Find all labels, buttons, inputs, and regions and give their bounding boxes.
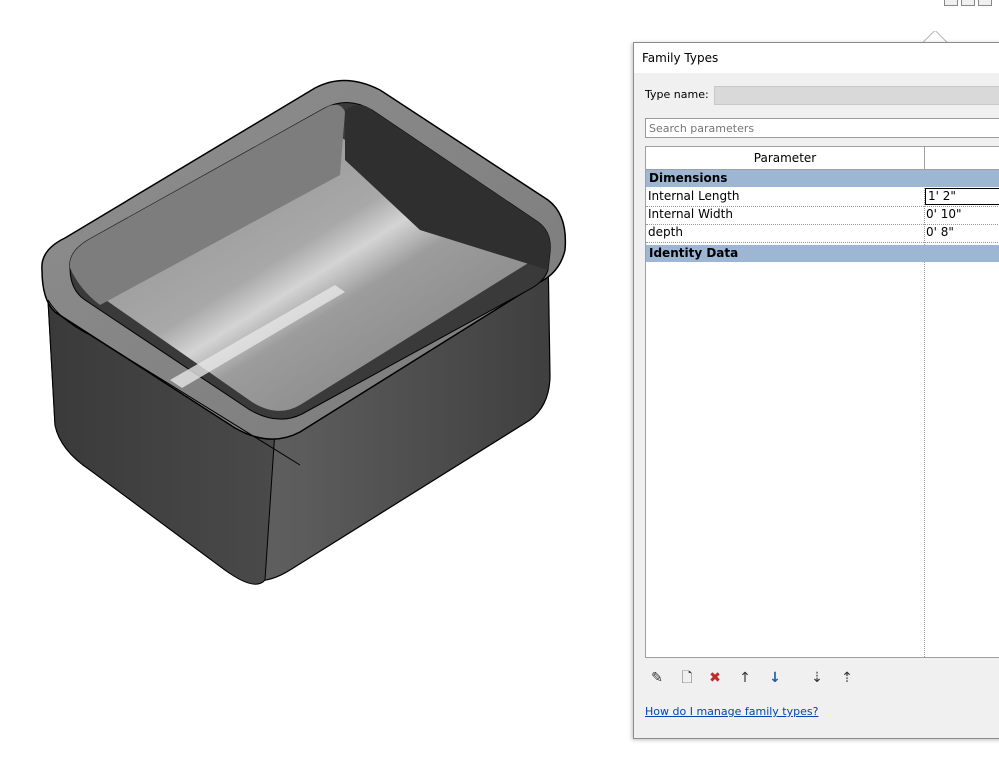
parameter-row[interactable]: Internal Width 0' 10" bbox=[646, 206, 999, 225]
parameter-value[interactable]: 0' 10" bbox=[926, 207, 962, 221]
sort-descending-icon[interactable]: ⇡ bbox=[836, 667, 858, 689]
parameter-value-input[interactable]: 1' 2" bbox=[925, 188, 999, 205]
column-header-parameter[interactable]: Parameter bbox=[646, 147, 925, 169]
pencil-icon[interactable]: ✎ bbox=[646, 667, 668, 689]
close-icon[interactable] bbox=[978, 0, 992, 6]
dialog-title: Family Types bbox=[642, 51, 719, 65]
move-up-icon[interactable]: ↑ bbox=[734, 667, 756, 689]
parameter-row[interactable]: depth 0' 8" bbox=[646, 224, 999, 243]
restore-icon[interactable] bbox=[961, 0, 975, 6]
parameter-name: Internal Width bbox=[648, 207, 733, 221]
family-types-dialog: Family Types Type name: Parameter Dimens… bbox=[633, 42, 999, 739]
grid-header: Parameter bbox=[646, 147, 999, 170]
parameter-name: depth bbox=[648, 225, 683, 239]
minimize-icon[interactable] bbox=[944, 0, 958, 6]
sort-ascending-icon[interactable]: ⇣ bbox=[806, 667, 828, 689]
help-link[interactable]: How do I manage family types? bbox=[645, 705, 818, 718]
type-name-label: Type name: bbox=[645, 88, 709, 101]
delete-parameter-icon[interactable]: ✖ bbox=[704, 667, 726, 689]
parameters-grid: Parameter Dimensions Internal Length 1' … bbox=[645, 146, 999, 658]
move-down-icon[interactable]: ↓ bbox=[764, 667, 786, 689]
dialog-titlebar[interactable]: Family Types bbox=[634, 43, 999, 73]
search-parameters-input[interactable] bbox=[645, 118, 999, 138]
new-parameter-icon[interactable]: 🗋 bbox=[676, 667, 698, 689]
type-name-field[interactable] bbox=[714, 86, 999, 105]
parameter-value[interactable]: 0' 8" bbox=[926, 225, 954, 239]
group-header-dimensions[interactable]: Dimensions bbox=[646, 170, 999, 187]
parameter-row[interactable]: Internal Length 1' 2" bbox=[646, 188, 999, 207]
group-header-identity-data[interactable]: Identity Data bbox=[646, 245, 999, 262]
parameter-name: Internal Length bbox=[648, 189, 740, 203]
